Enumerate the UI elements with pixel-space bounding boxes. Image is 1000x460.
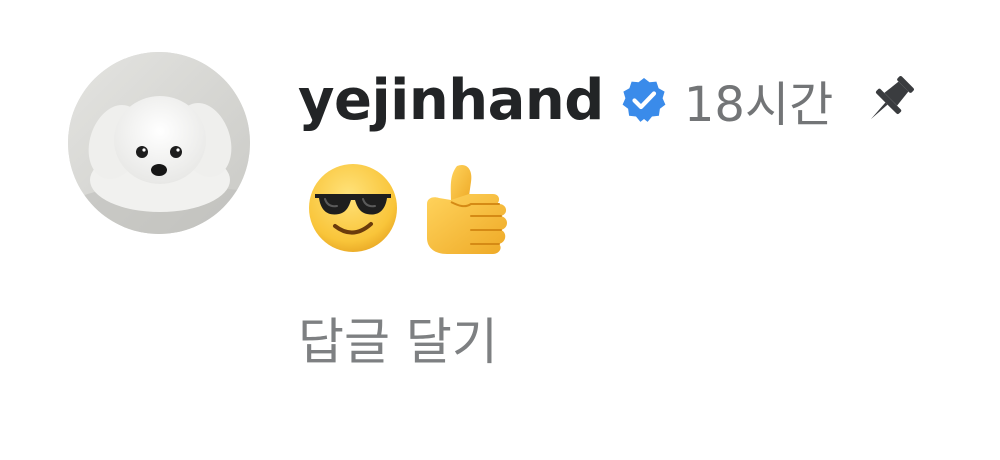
comment: yejinhand 18시간 답글 달기 — [0, 0, 1000, 460]
comment-header: yejinhand 18시간 — [298, 60, 921, 140]
avatar-image — [68, 52, 250, 234]
avatar[interactable] — [68, 52, 250, 234]
verified-badge-icon — [620, 76, 668, 124]
sunglasses-emoji-icon — [305, 160, 401, 260]
pin-icon — [859, 69, 921, 131]
thumbs-up-emoji-icon — [421, 158, 519, 262]
username[interactable]: yejinhand — [298, 68, 604, 133]
comment-body — [305, 158, 519, 262]
timestamp: 18시간 — [683, 77, 834, 133]
reply-button[interactable]: 답글 달기 — [298, 302, 498, 374]
